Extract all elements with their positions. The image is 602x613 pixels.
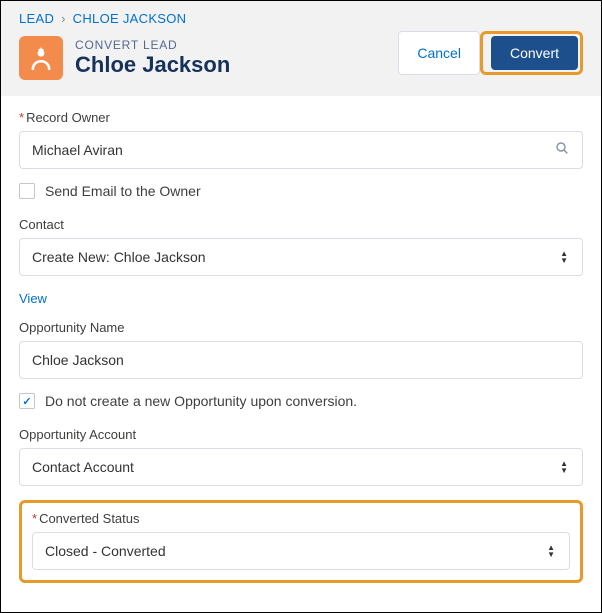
breadcrumb-root[interactable]: LEAD: [19, 11, 54, 26]
no-opportunity-checkbox[interactable]: [19, 393, 35, 409]
opportunity-account-select[interactable]: Contact Account ▲▼: [19, 448, 583, 486]
send-email-checkbox[interactable]: [19, 183, 35, 199]
stepper-icon: ▲▼: [560, 250, 568, 264]
record-owner-value: Michael Aviran: [32, 142, 123, 158]
opportunity-account-value: Contact Account: [32, 459, 134, 475]
breadcrumb: LEAD › CHLOE JACKSON: [19, 11, 583, 26]
modal-header: LEAD › CHLOE JACKSON CONVERT LEAD Chloe …: [1, 1, 601, 96]
contact-value: Create New: Chloe Jackson: [32, 249, 206, 265]
opportunity-name-input[interactable]: Chloe Jackson: [19, 341, 583, 379]
record-owner-lookup[interactable]: Michael Aviran: [19, 131, 583, 169]
lead-icon: [19, 36, 63, 80]
contact-label: Contact: [19, 217, 583, 232]
stepper-icon: ▲▼: [547, 544, 555, 558]
opportunity-account-label: Opportunity Account: [19, 427, 583, 442]
converted-status-select[interactable]: Closed - Converted ▲▼: [32, 532, 570, 570]
opportunity-name-value: Chloe Jackson: [32, 352, 124, 368]
no-opportunity-label: Do not create a new Opportunity upon con…: [45, 393, 357, 409]
breadcrumb-current[interactable]: CHLOE JACKSON: [73, 11, 187, 26]
breadcrumb-separator: ›: [61, 11, 66, 26]
stepper-icon: ▲▼: [560, 460, 568, 474]
opportunity-name-label: Opportunity Name: [19, 320, 583, 335]
send-email-label: Send Email to the Owner: [45, 183, 201, 199]
converted-status-highlight: *Converted Status Closed - Converted ▲▼: [19, 500, 583, 583]
record-owner-label: *Record Owner: [19, 110, 583, 125]
convert-button[interactable]: Convert: [491, 36, 578, 70]
convert-highlight: Convert: [480, 31, 583, 75]
converted-status-value: Closed - Converted: [45, 543, 166, 559]
converted-status-label: *Converted Status: [32, 511, 570, 526]
contact-select[interactable]: Create New: Chloe Jackson ▲▼: [19, 238, 583, 276]
view-link[interactable]: View: [19, 291, 47, 306]
cancel-button[interactable]: Cancel: [398, 31, 480, 75]
search-icon: [554, 140, 570, 161]
